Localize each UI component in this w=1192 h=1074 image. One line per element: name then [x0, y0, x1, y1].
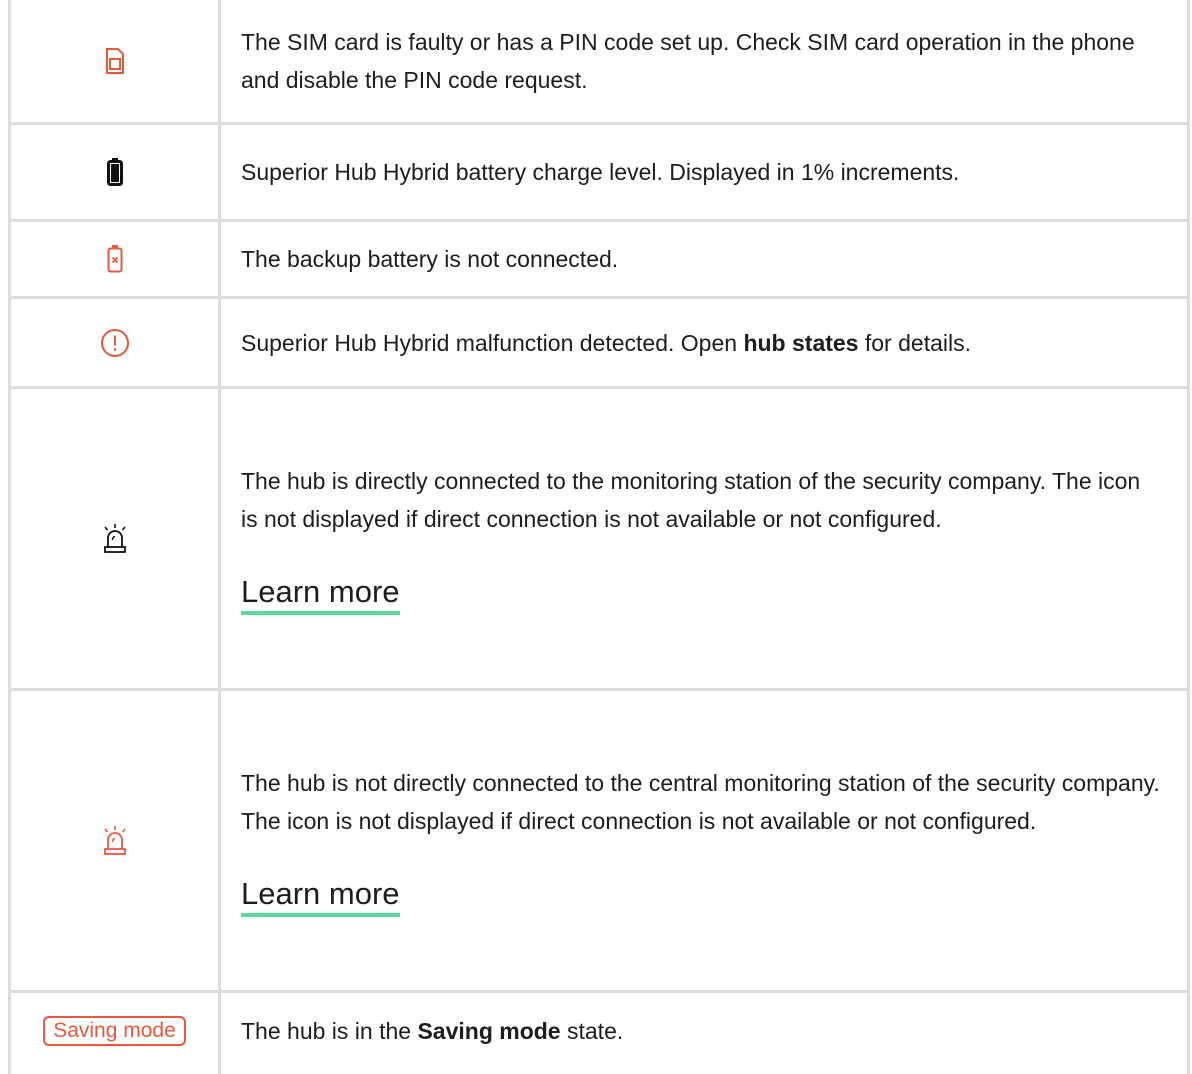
table-row: Superior Hub Hybrid battery charge level…	[8, 125, 1190, 219]
row-description: The SIM card is faulty or has a PIN code…	[241, 29, 1135, 93]
row-description: The hub is not directly connected to the…	[241, 770, 1160, 834]
sim-card-icon	[105, 48, 125, 74]
row-description: Superior Hub Hybrid malfunction detected…	[241, 324, 1160, 362]
row-description: The backup battery is not connected.	[241, 246, 619, 272]
text-segment: The hub is in the	[241, 1017, 418, 1044]
learn-more-link[interactable]: Learn more	[241, 876, 400, 917]
text-segment: for details.	[858, 329, 971, 356]
bold-term: hub states	[743, 329, 859, 356]
row-description: Superior Hub Hybrid battery charge level…	[241, 159, 960, 185]
row-description: The hub is in the Saving mode state.	[241, 1012, 1160, 1050]
siren-connected-icon	[102, 523, 128, 555]
table-row: The SIM card is faulty or has a PIN code…	[8, 0, 1190, 122]
row-description: The hub is directly connected to the mon…	[241, 468, 1141, 532]
malfunction-icon	[100, 328, 130, 358]
text-segment: Superior Hub Hybrid malfunction detected…	[241, 329, 744, 356]
bold-term: Saving mode	[417, 1017, 561, 1044]
text-segment: state.	[560, 1017, 624, 1044]
saving-mode-badge: Saving mode	[43, 1015, 186, 1046]
status-icons-table: The SIM card is faulty or has a PIN code…	[8, 0, 1190, 1074]
table-row: The hub is not directly connected to the…	[8, 691, 1190, 990]
battery-icon	[106, 158, 123, 186]
table-row: Saving mode The hub is in the Saving mod…	[8, 993, 1190, 1074]
table-row: The backup battery is not connected.	[8, 222, 1190, 296]
siren-disconnected-icon	[102, 825, 128, 857]
learn-more-link[interactable]: Learn more	[241, 574, 400, 615]
table-row: The hub is directly connected to the mon…	[8, 389, 1190, 688]
table-row: Superior Hub Hybrid malfunction detected…	[8, 299, 1190, 386]
battery-disconnected-icon	[107, 245, 123, 273]
